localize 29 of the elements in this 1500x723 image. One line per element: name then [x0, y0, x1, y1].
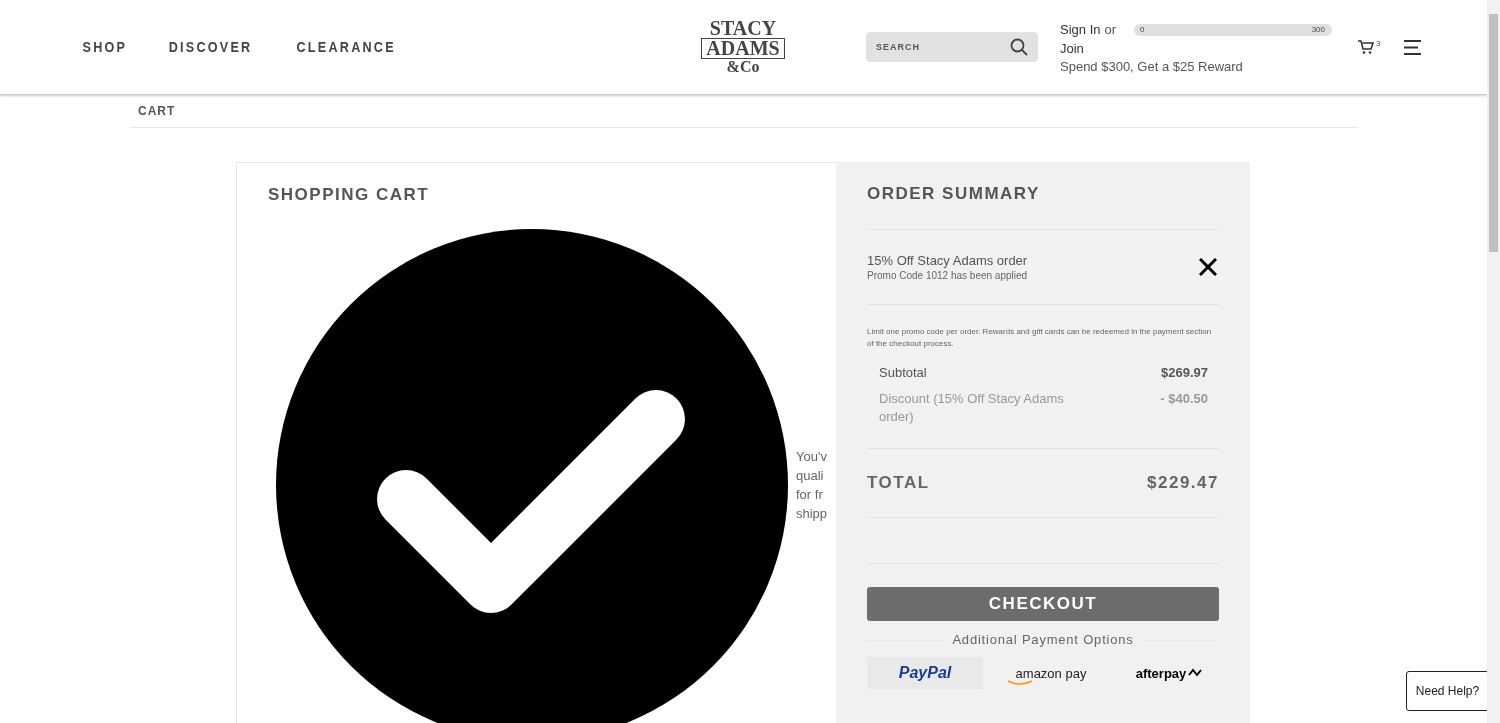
reward-progress-bar: 0 300: [1134, 24, 1332, 36]
message-text: You'v quali for fr shipp: [796, 448, 828, 523]
line-label: Subtotal: [879, 364, 928, 382]
additional-options-label: Additional Payment Options: [942, 632, 1144, 647]
nav-link[interactable]: CLEARANCE: [296, 39, 396, 55]
section-title: ORDER SUMMARY: [867, 184, 1041, 204]
logo[interactable]: STACY ADAMS &Co: [688, 19, 798, 75]
line-value: - $40.50: [1160, 390, 1208, 408]
line-value: $269.97: [1161, 364, 1208, 382]
limit-note: Limit one promo code per order. Rewards and gift cards can be redeemed in the payment section of the checkout process.: [867, 326, 1213, 350]
total-label: TOTAL: [867, 473, 930, 493]
breadcrumb: CART: [138, 104, 176, 118]
nav-link[interactable]: SHOP: [82, 39, 128, 55]
promo-note: Promo Code 1012 has been applied: [867, 270, 1028, 281]
total-value: $229.47: [1147, 473, 1219, 493]
search-field[interactable]: SEARCH: [866, 32, 1038, 62]
promo-name: 15% Off Stacy Adams order: [867, 253, 1028, 268]
line-label: Discount (15% Off Stacy Adams order): [879, 390, 1065, 426]
cart-link[interactable]: 3: [1358, 39, 1381, 55]
or-text: or: [1104, 22, 1117, 37]
sign-in-link[interactable]: Sign In: [1060, 22, 1101, 37]
payment-option[interactable]: amazon pay: [993, 657, 1109, 689]
payment-option[interactable]: afterpay: [1119, 657, 1219, 689]
reward-text: Spend $300, Get a $25 Reward: [1060, 59, 1244, 74]
join-link[interactable]: Join: [1060, 39, 1084, 58]
checkout-button[interactable]: CHECKOUT: [867, 587, 1219, 621]
nav-link[interactable]: DISCOVER: [168, 39, 253, 55]
section-title: SHOPPING CART: [268, 185, 431, 205]
help-button[interactable]: Need Help?: [1406, 671, 1489, 711]
